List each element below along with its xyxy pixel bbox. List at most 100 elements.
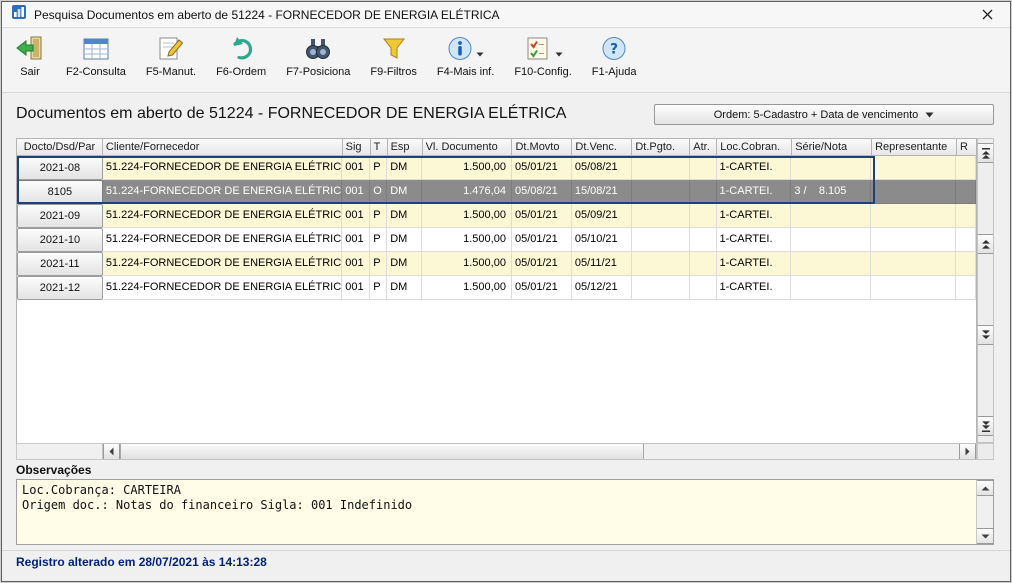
cell: [871, 204, 956, 228]
cell: 001: [342, 156, 370, 180]
toolbar-button-f9-filtros[interactable]: F9-Filtros: [370, 35, 416, 78]
svg-text:?: ?: [610, 42, 618, 58]
column-header[interactable]: Docto/Dsd/Par: [17, 138, 103, 156]
scroll-track[interactable]: [978, 254, 993, 325]
row-header-button[interactable]: 2021-09: [17, 204, 103, 228]
column-header[interactable]: Dt.Movto: [512, 138, 572, 156]
memo-line: Origem doc.: Notas do financeiro Sigla: …: [22, 498, 973, 513]
cell: P: [370, 204, 387, 228]
cell: 05/08/21: [512, 180, 572, 204]
dropdown-arrow-icon[interactable]: [555, 44, 563, 62]
cell: 001: [342, 204, 370, 228]
memo-scrollbar[interactable]: [976, 480, 993, 544]
scrollbar-corner: [977, 443, 994, 460]
memo-scroll-down-button[interactable]: [977, 528, 993, 544]
memo-scroll-up-button[interactable]: [977, 480, 993, 496]
cell: 51.224-FORNECEDOR DE ENERGIA ELÉTRICA: [103, 228, 342, 252]
column-header[interactable]: Dt.Venc.: [572, 138, 632, 156]
scroll-right-button[interactable]: [959, 444, 976, 459]
cell: [632, 156, 690, 180]
cell: 1.500,00: [422, 228, 512, 252]
scroll-thumb[interactable]: [120, 444, 644, 459]
cell: [632, 228, 690, 252]
row-header-button[interactable]: 2021-12: [17, 276, 103, 300]
window-title: Pesquisa Documentos em aberto de 51224 -…: [34, 8, 500, 22]
toolbar-button-f10-config[interactable]: F10-Config.: [514, 35, 571, 78]
cell: 1-CARTEI.: [717, 180, 792, 204]
scroll-track[interactable]: [978, 345, 993, 416]
info-icon: [447, 35, 473, 67]
table-row[interactable]: 2021-1151.224-FORNECEDOR DE ENERGIA ELÉT…: [17, 252, 976, 276]
toolbar-label: F5-Manut.: [146, 66, 196, 78]
toolbar: Sair F2-Consulta F5-Manut. F6-Ordem F7-Posic…: [2, 29, 1010, 93]
scroll-track[interactable]: [978, 163, 993, 234]
cell: 05/08/21: [572, 156, 632, 180]
row-header-button[interactable]: 8105: [17, 180, 103, 204]
scroll-prior-button[interactable]: [978, 234, 993, 254]
column-header[interactable]: T: [371, 138, 388, 156]
column-header[interactable]: Cliente/Fornecedor: [103, 138, 343, 156]
vertical-scrollbar[interactable]: [977, 138, 994, 443]
table-row[interactable]: 2021-1251.224-FORNECEDOR DE ENERGIA ELÉT…: [17, 276, 976, 300]
row-header-button[interactable]: 2021-10: [17, 228, 103, 252]
observations-label: Observações: [16, 463, 91, 477]
double-arrow-down-icon: [981, 330, 991, 340]
toolbar-button-sair[interactable]: Sair: [14, 35, 46, 78]
column-header[interactable]: Dt.Pgto.: [632, 138, 690, 156]
close-button[interactable]: [973, 4, 1001, 26]
cell: [690, 252, 717, 276]
cell: [690, 180, 717, 204]
column-header[interactable]: Atr.: [690, 138, 717, 156]
toolbar-button-f2-consulta[interactable]: F2-Consulta: [66, 35, 126, 78]
cell: P: [370, 276, 387, 300]
cell: 05/01/21: [512, 156, 572, 180]
title-bar: Pesquisa Documentos em aberto de 51224 -…: [2, 2, 1010, 28]
cell: 51.224-FORNECEDOR DE ENERGIA ELÉTRICA: [103, 180, 342, 204]
order-button[interactable]: Ordem: 5-Cadastro + Data de vencimento: [654, 104, 994, 125]
column-header[interactable]: Série/Nota: [792, 138, 872, 156]
cell: 15/08/21: [572, 180, 632, 204]
column-header[interactable]: Representante: [872, 138, 957, 156]
cell: 1-CARTEI.: [717, 156, 792, 180]
grid-header-row: Docto/Dsd/ParCliente/FornecedorSigTEspVl…: [16, 138, 977, 156]
cell: [690, 276, 717, 300]
column-header[interactable]: Vl. Documento: [423, 138, 513, 156]
column-header[interactable]: R: [957, 138, 977, 156]
order-button-label: Ordem: 5-Cadastro + Data de vencimento: [714, 109, 919, 121]
cell: [871, 276, 956, 300]
column-header[interactable]: Esp: [388, 138, 423, 156]
toolbar-button-f4-mais-inf[interactable]: F4-Mais inf.: [437, 35, 494, 78]
column-header[interactable]: Loc.Cobran.: [717, 138, 792, 156]
toolbar-button-f7-posiciona[interactable]: F7-Posiciona: [286, 35, 350, 78]
dropdown-arrow-icon[interactable]: [476, 44, 484, 62]
memo-scroll-track[interactable]: [977, 496, 993, 528]
scroll-left-button[interactable]: [103, 444, 120, 459]
scroll-first-button[interactable]: [978, 143, 993, 163]
cell: [956, 156, 976, 180]
cell: [791, 228, 871, 252]
page-title: Documentos em aberto de 51224 - FORNECED…: [16, 105, 566, 123]
table-row[interactable]: 2021-0851.224-FORNECEDOR DE ENERGIA ELÉT…: [17, 156, 976, 180]
cell: [791, 204, 871, 228]
cell: 1.500,00: [422, 252, 512, 276]
scroll-next-button[interactable]: [978, 325, 993, 345]
cell: 1-CARTEI.: [717, 228, 792, 252]
row-header-button[interactable]: 2021-08: [17, 156, 103, 180]
scroll-last-button[interactable]: [978, 416, 993, 436]
cell: 001: [342, 276, 370, 300]
scroll-track[interactable]: [978, 436, 993, 442]
filter-icon: [380, 35, 408, 67]
column-header[interactable]: Sig: [343, 138, 371, 156]
row-header-button[interactable]: 2021-11: [17, 252, 103, 276]
app-window: Pesquisa Documentos em aberto de 51224 -…: [1, 1, 1011, 582]
toolbar-button-f6-ordem[interactable]: F6-Ordem: [216, 35, 266, 78]
toolbar-label: F1-Ajuda: [592, 66, 637, 78]
cell: 51.224-FORNECEDOR DE ENERGIA ELÉTRICA: [103, 156, 342, 180]
toolbar-button-f5-manut[interactable]: F5-Manut.: [146, 35, 196, 78]
app-icon: [11, 4, 27, 25]
toolbar-button-f1-ajuda[interactable]: ? F1-Ajuda: [592, 35, 637, 78]
table-row[interactable]: 2021-1051.224-FORNECEDOR DE ENERGIA ELÉT…: [17, 228, 976, 252]
table-row[interactable]: 810551.224-FORNECEDOR DE ENERGIA ELÉTRIC…: [17, 180, 976, 204]
horizontal-scrollbar[interactable]: [16, 443, 977, 460]
table-row[interactable]: 2021-0951.224-FORNECEDOR DE ENERGIA ELÉT…: [17, 204, 976, 228]
